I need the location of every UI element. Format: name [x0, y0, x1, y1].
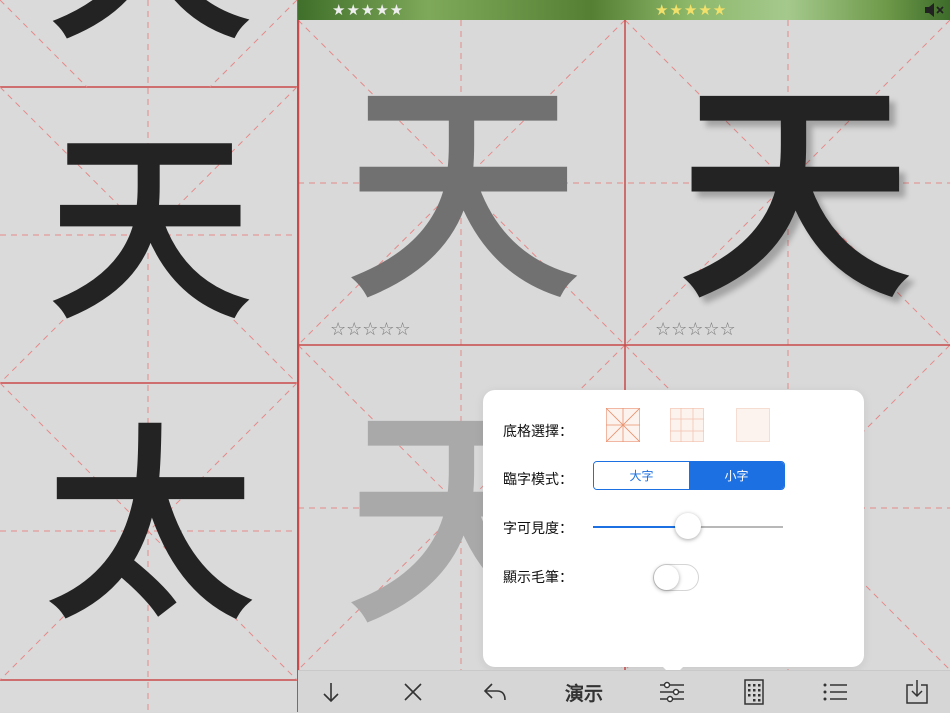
bottom-toolbar: 演示	[298, 670, 950, 713]
star-rating-top-left: ★★★★★	[332, 1, 405, 19]
practice-cell-written[interactable]: 天	[670, 80, 920, 310]
settings-sliders-icon[interactable]	[647, 671, 697, 713]
close-icon[interactable]	[388, 671, 438, 713]
speaker-mute-icon[interactable]	[924, 2, 944, 22]
cell-rating-2: ☆☆☆☆☆	[655, 319, 736, 340]
grid-option-mi[interactable]	[605, 407, 641, 443]
grid-select-label: 底格選擇：	[503, 424, 573, 440]
down-arrow-icon[interactable]	[306, 671, 356, 713]
demo-button[interactable]: 演示	[557, 671, 611, 713]
visibility-label: 字可見度：	[503, 521, 573, 537]
blank-grid-icon	[736, 408, 770, 442]
grid-option-tian[interactable]	[670, 408, 704, 442]
rating-banner: ★★★★★ ★★★★★	[298, 0, 950, 20]
grid-option-blank[interactable]	[736, 408, 770, 442]
copy-mode-label: 臨字模式：	[503, 472, 573, 488]
show-brush-label: 顯示毛筆：	[503, 570, 573, 586]
visibility-slider[interactable]	[593, 513, 783, 539]
cell-rating-1: ☆☆☆☆☆	[330, 319, 411, 340]
reference-char-next[interactable]: 太	[40, 425, 260, 630]
star-rating-top-right: ★★★★★	[655, 1, 728, 19]
mode-small-char[interactable]: 小字	[689, 462, 784, 489]
toggle-knob	[654, 565, 679, 590]
reference-char-top: 天	[40, 0, 260, 40]
tian-grid-icon	[670, 408, 704, 442]
reference-column: 天 天 太	[0, 0, 299, 712]
reference-char-current[interactable]: 天	[40, 130, 260, 330]
list-icon[interactable]	[810, 671, 860, 713]
visibility-slider-thumb[interactable]	[675, 513, 701, 539]
show-brush-toggle[interactable]	[653, 564, 699, 591]
visibility-slider-fill	[593, 526, 688, 528]
undo-icon[interactable]	[470, 671, 520, 713]
settings-popover: 底格選擇： 臨字模式： 大字 小字 字可見度： 顯示毛筆：	[483, 390, 864, 667]
mode-large-char[interactable]: 大字	[594, 462, 689, 489]
practice-cell-model[interactable]: 天	[338, 80, 588, 310]
grid-book-icon[interactable]	[729, 671, 779, 713]
save-download-icon[interactable]	[892, 671, 942, 713]
copy-mode-segmented-control: 大字 小字	[593, 461, 785, 490]
mi-grid-icon	[605, 407, 641, 443]
